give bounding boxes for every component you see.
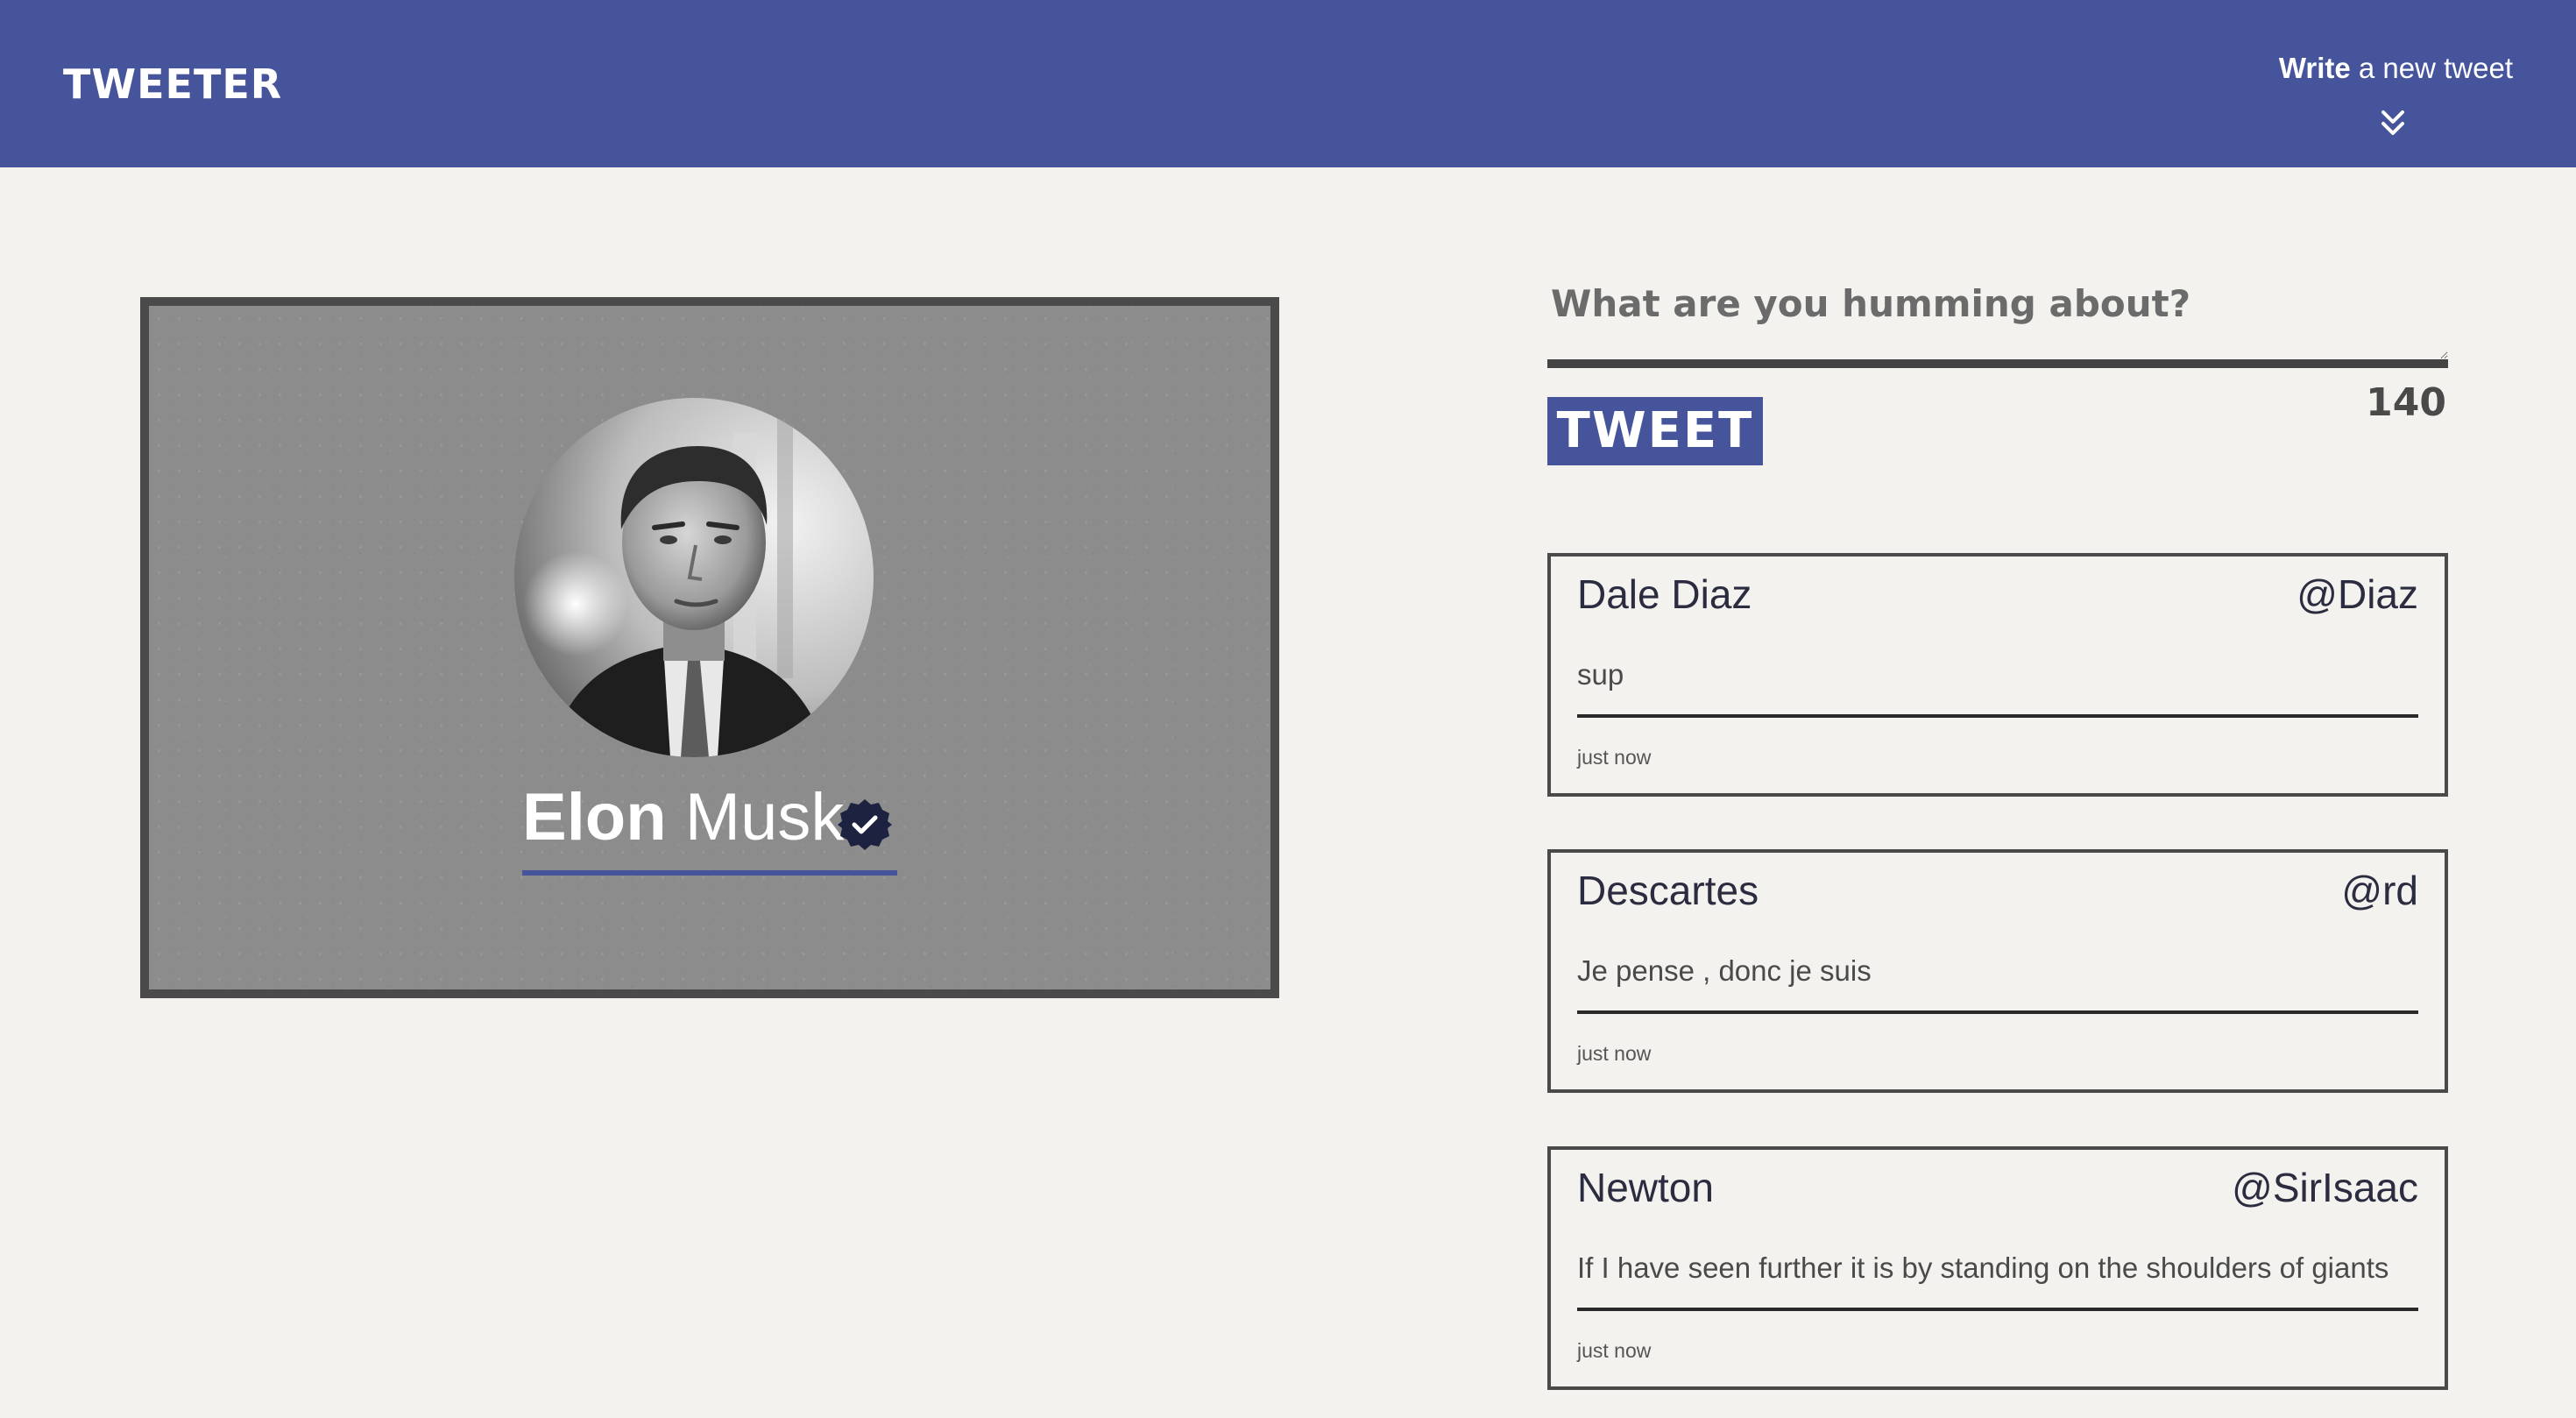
profile-first-name: Elon (522, 780, 667, 854)
tweet-input[interactable] (1547, 263, 2448, 368)
tweet-card: Dale Diaz @Diaz sup just now (1547, 553, 2448, 797)
tweet-author-handle[interactable]: @Diaz (2296, 569, 2418, 620)
tweet-author-handle[interactable]: @rd (2341, 865, 2418, 916)
tweet-author-name: Descartes (1577, 868, 1759, 913)
tweet-card: Newton @SirIsaac If I have seen further … (1547, 1146, 2448, 1390)
tweet-divider (1577, 1308, 2418, 1311)
char-counter: 140 (2366, 380, 2446, 425)
tweet-timestamp: just now (1577, 1042, 1652, 1065)
tweet-timestamp: just now (1577, 1339, 1652, 1362)
tweet-button[interactable]: TWEET (1547, 397, 1763, 465)
tweet-composer (1547, 263, 2448, 368)
avatar-photo (514, 398, 874, 757)
write-new-tweet-label-bold: Write (2278, 52, 2351, 84)
tweet-author-name: Dale Diaz (1577, 571, 1752, 617)
tweet-author-handle[interactable]: @SirIsaac (2232, 1162, 2418, 1213)
profile-name: Elon Musk (522, 778, 844, 857)
tweet-text: sup (1577, 658, 1624, 691)
double-chevron-down-icon[interactable] (2380, 109, 2406, 138)
tweet-divider (1577, 1010, 2418, 1014)
profile-last-name: Musk (684, 780, 845, 854)
tweet-divider (1577, 714, 2418, 718)
tweet-author-name: Newton (1577, 1165, 1714, 1210)
verified-badge-icon (838, 799, 892, 850)
write-new-tweet-label-rest: a new tweet (2350, 52, 2513, 84)
write-new-tweet-label: Write a new tweet (2233, 51, 2513, 86)
write-new-tweet-link[interactable]: Write a new tweet (2233, 51, 2513, 135)
tweet-timestamp: just now (1577, 746, 1652, 769)
tweet-card: Descartes @rd Je pense , donc je suis ju… (1547, 849, 2448, 1093)
brand-logo[interactable]: TWEETER (63, 60, 282, 109)
profile-name-underline (522, 870, 897, 876)
app-header: TWEETER Write a new tweet (0, 0, 2576, 167)
avatar (514, 398, 874, 757)
tweet-text: Je pense , donc je suis (1577, 954, 1872, 987)
tweet-text: If I have seen further it is by standing… (1577, 1251, 2389, 1284)
